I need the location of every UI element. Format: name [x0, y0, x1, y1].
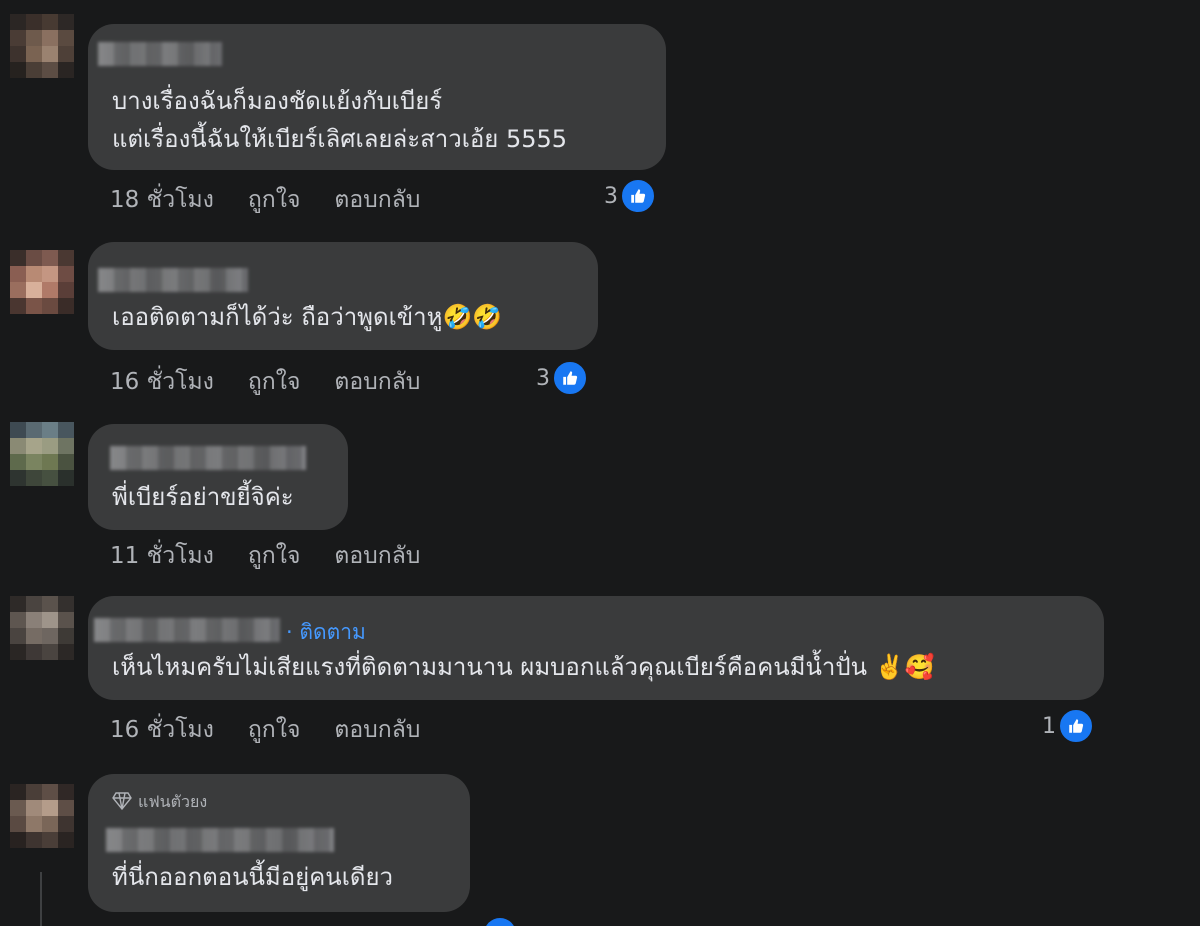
comment-time[interactable]: 16 ชั่วโมง: [110, 364, 214, 400]
reaction-count: 1: [1042, 713, 1056, 739]
comment-text-line-1: บางเรื่องฉันก็มองชัดแย้งกับเบียร์: [112, 87, 443, 115]
avatar[interactable]: [10, 784, 74, 848]
comment-time[interactable]: 18 ชั่วโมง: [110, 182, 214, 218]
reply-button[interactable]: ตอบกลับ: [334, 182, 420, 218]
comment-time[interactable]: 11 ชั่วโมง: [110, 538, 214, 574]
thumbs-up-icon: [484, 918, 516, 926]
comment-text-line-2: แต่เรื่องนี้ฉันให้เบียร์เลิศเลยล่ะสาวเอ้…: [112, 125, 568, 153]
reply-button[interactable]: ตอบกลับ: [334, 538, 420, 574]
badge-label: แฟนตัวยง: [138, 792, 208, 811]
comment-text: พี่เบียร์อย่าขยี้จิค่ะ: [112, 483, 294, 511]
top-fan-badge: แฟนตัวยง: [112, 790, 207, 815]
comment-bubble: เออติดตามก็ได้ว่ะ ถือว่าพูดเข้าหู🤣🤣: [88, 242, 598, 350]
comment-actions: 11 ชั่วโมง ถูกใจ ตอบกลับ: [110, 538, 420, 574]
diamond-icon: [112, 791, 132, 814]
like-button[interactable]: ถูกใจ: [248, 364, 301, 400]
follow-link[interactable]: · ติดตาม: [286, 616, 366, 649]
comment-actions: 16 ชั่วโมง ถูกใจ ตอบกลับ: [110, 364, 420, 400]
comment-bubble: พี่เบียร์อย่าขยี้จิค่ะ: [88, 424, 348, 530]
author-name-blurred[interactable]: [110, 446, 306, 470]
like-button[interactable]: ถูกใจ: [248, 712, 301, 748]
reply-button[interactable]: ตอบกลับ: [334, 712, 420, 748]
reply-thread-line: [40, 872, 42, 926]
reaction-summary[interactable]: 3: [536, 360, 588, 396]
avatar[interactable]: [10, 596, 74, 660]
comment-actions: 16 ชั่วโมง ถูกใจ ตอบกลับ: [110, 712, 420, 748]
comment-bubble: · ติดตาม เห็นไหมครับไม่เสียแรงที่ติดตามม…: [88, 596, 1104, 700]
comment-time[interactable]: 16 ชั่วโมง: [110, 712, 214, 748]
avatar[interactable]: [10, 422, 74, 486]
reaction-count: 3: [604, 183, 618, 209]
thumbs-up-icon: [552, 360, 588, 396]
thumbs-up-icon: [620, 178, 656, 214]
victory-hand-emoji: ✌️🥰: [874, 653, 935, 681]
author-name-blurred[interactable]: [94, 618, 280, 642]
reaction-summary[interactable]: 3: [604, 178, 656, 214]
author-name-blurred[interactable]: [98, 42, 222, 66]
author-name-blurred[interactable]: [106, 828, 334, 852]
comments-feed: บางเรื่องฉันก็มองชัดแย้งกับเบียร์ แต่เรื…: [0, 0, 1200, 926]
comment-bubble: แฟนตัวยง ที่นี่กออกตอนนี้มีอยู่คนเดียว: [88, 774, 470, 912]
laughing-emoji: 🤣🤣: [442, 303, 503, 331]
comment-bubble: บางเรื่องฉันก็มองชัดแย้งกับเบียร์ แต่เรื…: [88, 24, 666, 170]
like-button[interactable]: ถูกใจ: [248, 182, 301, 218]
comment-text: ที่นี่กออกตอนนี้มีอยู่คนเดียว: [112, 863, 394, 891]
author-name-blurred[interactable]: [98, 268, 248, 292]
avatar[interactable]: [10, 250, 74, 314]
like-button[interactable]: ถูกใจ: [248, 538, 301, 574]
reaction-summary[interactable]: 1: [1042, 708, 1094, 744]
reply-button[interactable]: ตอบกลับ: [334, 364, 420, 400]
thumbs-up-icon: [1058, 708, 1094, 744]
avatar[interactable]: [10, 14, 74, 78]
comment-text: เออติดตามก็ได้ว่ะ ถือว่าพูดเข้าหู🤣🤣: [112, 303, 503, 331]
reaction-count: 3: [536, 365, 550, 391]
comment-actions: 18 ชั่วโมง ถูกใจ ตอบกลับ: [110, 182, 420, 218]
comment-text: เห็นไหมครับไม่เสียแรงที่ติดตามมานาน ผมบอ…: [112, 653, 935, 681]
